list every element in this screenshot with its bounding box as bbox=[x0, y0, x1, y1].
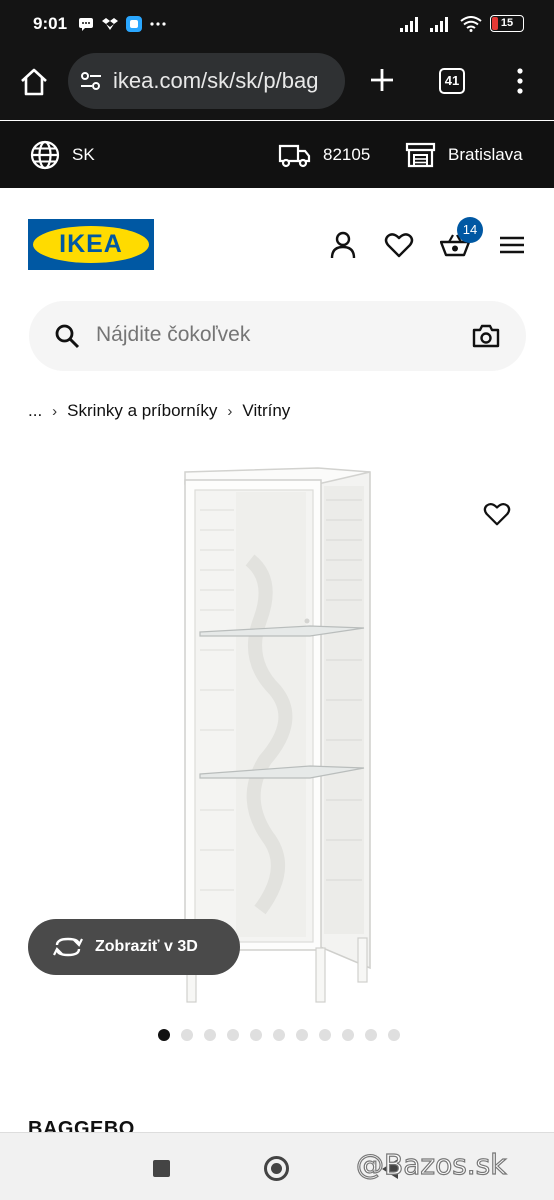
account-icon[interactable] bbox=[328, 230, 358, 260]
carousel-dot-11[interactable] bbox=[388, 1029, 400, 1041]
carousel-dot-8[interactable] bbox=[319, 1029, 331, 1041]
chevron-right-icon: › bbox=[52, 402, 58, 420]
app-icon bbox=[126, 16, 142, 32]
signal-icon bbox=[400, 16, 418, 32]
delivery-truck-icon bbox=[278, 144, 311, 167]
country-code: SK bbox=[72, 144, 95, 164]
add-to-favorites-heart-icon[interactable] bbox=[483, 500, 511, 528]
battery-icon: 15 bbox=[490, 15, 524, 32]
locale-bar: SK 82105 Bratislava bbox=[0, 121, 554, 188]
new-tab-icon[interactable] bbox=[368, 66, 396, 94]
store-icon bbox=[405, 142, 436, 168]
logo-text: IKEA bbox=[59, 230, 123, 258]
carousel-dot-10[interactable] bbox=[365, 1029, 377, 1041]
rotate-3d-icon bbox=[53, 937, 83, 957]
message-icon bbox=[79, 18, 93, 31]
cart-count-badge: 14 bbox=[457, 217, 483, 243]
carousel-dot-2[interactable] bbox=[181, 1029, 193, 1041]
home-circle-icon[interactable] bbox=[264, 1156, 289, 1181]
globe-icon bbox=[30, 140, 60, 169]
chevron-right-icon: › bbox=[227, 402, 233, 420]
status-bar: 9:01 15 bbox=[0, 0, 554, 50]
carousel-dot-6[interactable] bbox=[273, 1029, 285, 1041]
favorites-heart-icon[interactable] bbox=[384, 230, 414, 260]
ikea-logo[interactable]: IKEA bbox=[28, 219, 154, 270]
carousel-dot-9[interactable] bbox=[342, 1029, 354, 1041]
tab-count: 41 bbox=[444, 73, 460, 88]
carousel-dot-1[interactable] bbox=[158, 1029, 170, 1041]
language-selector[interactable]: SK bbox=[30, 121, 95, 188]
breadcrumb-item-cabinets[interactable]: Skrinky a príborníky bbox=[67, 401, 217, 421]
wifi-icon bbox=[460, 15, 482, 32]
search-input[interactable] bbox=[96, 323, 456, 347]
view-in-3d-label: Zobraziť v 3D bbox=[95, 938, 198, 955]
postal-code: 82105 bbox=[323, 144, 371, 164]
address-bar[interactable]: ikea.com/sk/sk/p/bag bbox=[68, 53, 345, 109]
image-carousel-indicator bbox=[158, 1029, 400, 1041]
site-settings-icon[interactable] bbox=[80, 71, 102, 91]
carousel-dot-4[interactable] bbox=[227, 1029, 239, 1041]
status-time: 9:01 bbox=[33, 14, 68, 33]
signal-icon bbox=[430, 16, 448, 32]
carousel-dot-5[interactable] bbox=[250, 1029, 262, 1041]
site-header: IKEA bbox=[0, 188, 554, 300]
browser-toolbar: ikea.com/sk/sk/p/bag 41 bbox=[0, 50, 554, 120]
postal-code-selector[interactable]: 82105 bbox=[278, 121, 370, 188]
search-icon bbox=[55, 324, 80, 349]
browser-menu-icon[interactable] bbox=[510, 67, 530, 95]
store-selector[interactable]: Bratislava bbox=[405, 121, 523, 188]
store-name: Bratislava bbox=[448, 144, 523, 164]
battery-level: 15 bbox=[500, 17, 514, 29]
view-in-3d-button[interactable]: Zobraziť v 3D bbox=[28, 919, 240, 975]
carousel-dot-7[interactable] bbox=[296, 1029, 308, 1041]
camera-search-icon[interactable] bbox=[472, 323, 500, 349]
carousel-dot-3[interactable] bbox=[204, 1029, 216, 1041]
breadcrumb-item-display-cabinets[interactable]: Vitríny bbox=[242, 401, 290, 421]
breadcrumb: ... › Skrinky a príborníky › Vitríny bbox=[28, 400, 290, 422]
hamburger-menu-icon[interactable] bbox=[497, 230, 527, 260]
url-text[interactable]: ikea.com/sk/sk/p/bag bbox=[113, 68, 338, 94]
bazos-watermark: @Bazos.sk bbox=[355, 1147, 507, 1181]
more-dots-icon bbox=[150, 22, 166, 26]
dropbox-icon bbox=[102, 18, 118, 30]
home-icon[interactable] bbox=[18, 66, 50, 98]
search-bar[interactable] bbox=[29, 301, 526, 371]
tab-switcher-button[interactable]: 41 bbox=[439, 68, 465, 94]
recent-apps-icon[interactable] bbox=[153, 1160, 170, 1177]
breadcrumb-ellipsis[interactable]: ... bbox=[28, 401, 42, 421]
